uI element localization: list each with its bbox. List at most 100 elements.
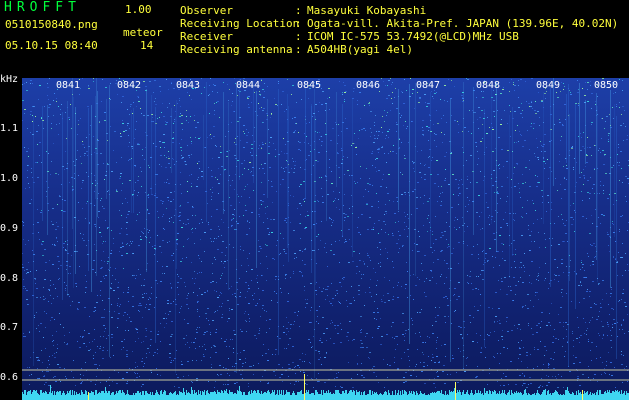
noise-pixel [251,148,253,149]
noise-streak [568,84,569,367]
noise-pixel [118,282,119,283]
signal-bar [521,393,522,400]
noise-pixel [85,362,86,363]
noise-pixel [302,276,303,277]
noise-pixel [125,198,126,199]
noise-pixel [583,175,585,176]
noise-pixel [145,336,147,337]
noise-pixel [396,197,398,198]
noise-pixel [349,321,351,322]
noise-pixel [548,364,550,365]
noise-pixel [379,149,380,150]
noise-pixel [351,378,352,379]
noise-pixel [336,373,337,374]
noise-pixel [437,174,439,175]
noise-pixel [386,135,387,136]
noise-pixel [494,116,495,117]
noise-pixel [51,128,52,129]
noise-pixel [195,127,197,128]
noise-pixel [545,247,546,248]
noise-pixel [240,352,241,353]
noise-pixel [117,318,118,319]
signal-bar [622,394,623,400]
noise-pixel [471,254,473,255]
noise-pixel [231,219,233,220]
noise-pixel [145,236,146,237]
noise-pixel [377,149,379,150]
noise-pixel [293,132,295,133]
noise-streak [398,89,399,210]
noise-pixel [551,171,552,172]
signal-bar [611,393,612,400]
noise-pixel [580,133,581,134]
noise-pixel [163,228,164,229]
noise-pixel [435,317,436,318]
noise-pixel [326,352,327,353]
noise-pixel [342,236,343,237]
noise-pixel [404,222,405,223]
noise-pixel [330,250,332,251]
signal-bar [200,391,201,400]
noise-pixel [168,183,170,184]
signal-bar [105,387,106,400]
noise-pixel [107,261,109,262]
noise-pixel [54,244,55,245]
noise-pixel [339,240,340,241]
noise-pixel [548,382,550,383]
noise-pixel [59,278,60,279]
noise-pixel [504,277,506,278]
signal-bar [29,391,30,400]
noise-pixel [614,367,615,368]
noise-pixel [177,233,179,234]
noise-pixel [292,362,294,363]
signal-bar [368,394,369,400]
noise-pixel [431,160,432,161]
signal-bar [133,393,134,400]
noise-pixel [158,331,159,332]
noise-pixel [460,327,462,328]
noise-pixel [45,262,47,263]
noise-pixel [493,111,495,112]
noise-pixel [150,345,151,346]
noise-pixel [412,324,413,325]
noise-pixel [123,268,124,269]
noise-pixel [462,184,463,185]
noise-pixel [192,215,193,216]
noise-pixel [374,135,375,136]
noise-pixel [245,297,246,298]
noise-pixel [339,302,340,303]
noise-pixel [444,283,445,284]
noise-pixel [25,336,26,337]
noise-pixel [480,294,481,295]
noise-pixel [102,243,103,244]
noise-pixel [476,288,477,289]
noise-pixel [536,279,537,280]
noise-pixel [392,233,393,234]
noise-pixel [527,200,528,201]
noise-pixel [226,247,227,248]
noise-pixel [53,143,54,144]
noise-pixel [217,92,218,93]
noise-pixel [525,81,526,82]
signal-bar [251,390,252,400]
noise-pixel [609,114,610,115]
noise-pixel [433,124,434,125]
noise-pixel [492,308,493,309]
signal-bar [507,393,508,400]
noise-pixel [607,232,608,233]
noise-pixel [100,295,101,296]
signal-bar [420,391,421,400]
noise-pixel [529,250,530,251]
noise-pixel [192,207,194,208]
noise-pixel [429,156,430,157]
noise-pixel [380,249,381,250]
noise-pixel [120,173,122,174]
noise-streak [450,99,451,362]
noise-pixel [265,213,266,214]
noise-pixel [100,200,101,201]
noise-pixel [268,153,270,154]
noise-pixel [49,364,50,365]
noise-pixel [201,272,202,273]
noise-pixel [377,280,378,281]
noise-pixel [459,193,460,194]
